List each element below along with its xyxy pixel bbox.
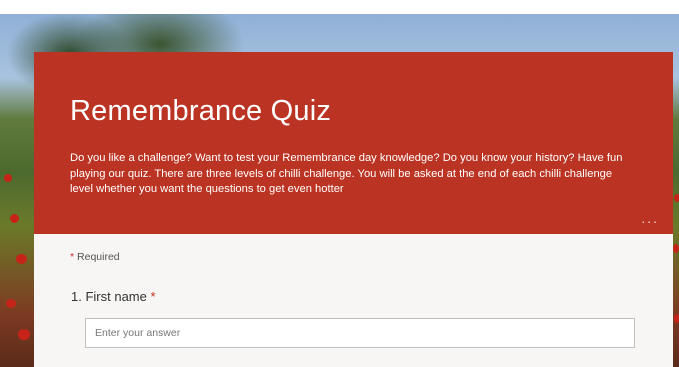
form-body: * Required 1. First name *: [34, 234, 673, 367]
required-asterisk: *: [70, 251, 75, 263]
required-note: * Required: [70, 251, 120, 263]
first-name-input[interactable]: [85, 318, 635, 348]
question-first-name-label: 1. First name *: [71, 289, 156, 304]
more-options-button[interactable]: ...: [641, 210, 659, 226]
question-number: 1.: [71, 289, 82, 304]
form-title: Remembrance Quiz: [70, 95, 332, 127]
question-text: First name: [85, 289, 147, 304]
question-required-asterisk: *: [150, 289, 156, 304]
required-label: Required: [77, 251, 120, 263]
form-header: Remembrance Quiz Do you like a challenge…: [34, 52, 673, 234]
form-description: Do you like a challenge? Want to test yo…: [70, 152, 623, 195]
